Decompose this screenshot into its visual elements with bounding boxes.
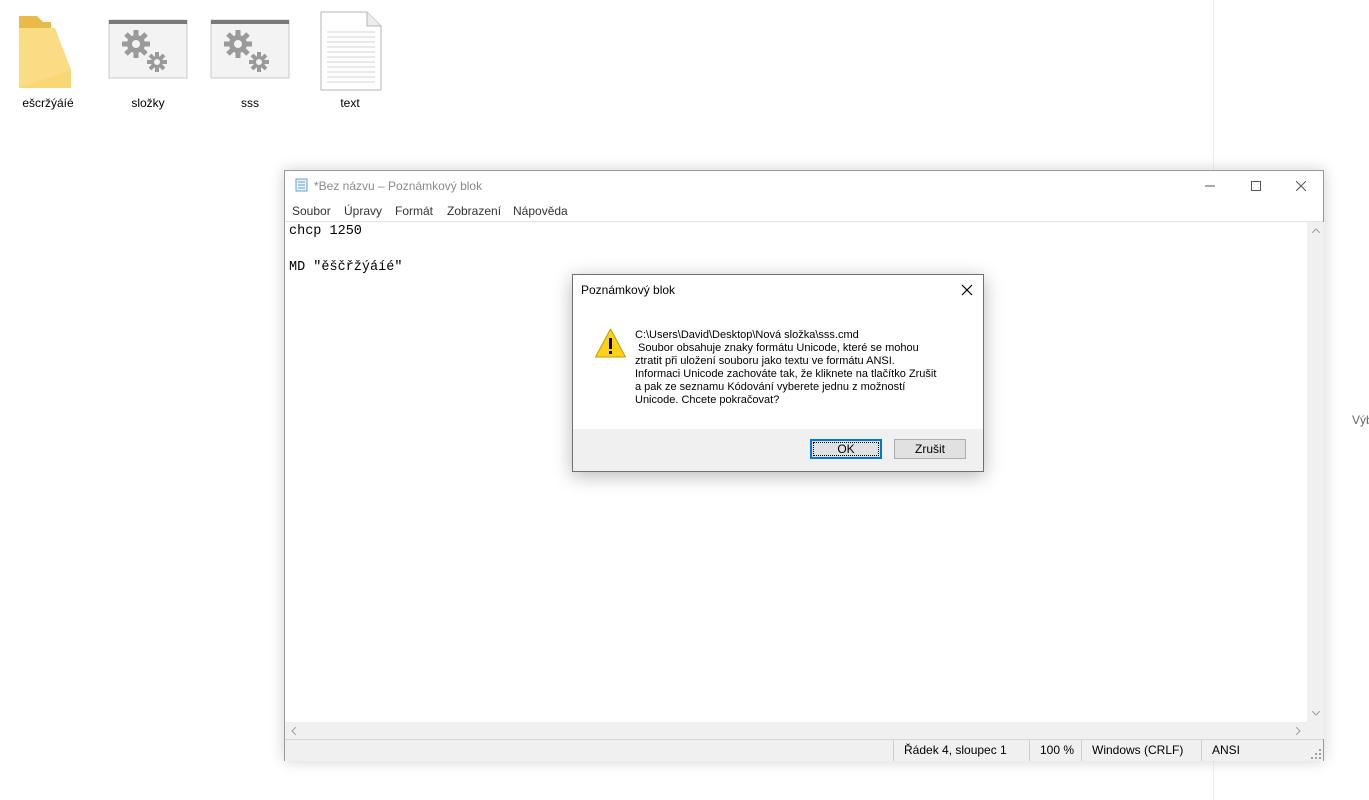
menu-napoveda[interactable]: Nápověda <box>513 204 568 218</box>
close-button[interactable] <box>1278 171 1324 201</box>
horizontal-scrollbar[interactable] <box>285 722 1307 739</box>
folder-icon <box>3 10 93 92</box>
file-label: text <box>340 96 360 110</box>
vertical-scrollbar[interactable] <box>1307 222 1324 722</box>
minimize-button[interactable] <box>1187 171 1233 201</box>
settings-file-icon <box>205 10 295 92</box>
desktop-item-sss[interactable]: sss <box>205 10 295 110</box>
desktop-item-text[interactable]: text <box>305 10 395 110</box>
file-label: složky <box>131 96 165 110</box>
details-pane-hint: Výb <box>1352 413 1369 427</box>
notepad-icon <box>294 178 308 192</box>
message-line: a pak ze seznamu Kódování vyberete jednu… <box>635 381 906 393</box>
scrollbar-corner <box>1307 722 1324 739</box>
dialog-message: C:\Users\David\Desktop\Nová složka\sss.c… <box>635 329 965 407</box>
title-bar[interactable]: *Bez názvu – Poznámkový blok <box>285 171 1323 201</box>
text-document-icon <box>305 10 395 92</box>
status-bar: Řádek 4, sloupec 1 100 % Windows (CRLF) … <box>285 739 1323 761</box>
cancel-button[interactable]: Zrušit <box>894 439 966 459</box>
scroll-down-icon[interactable] <box>1307 705 1324 722</box>
menu-zobrazeni[interactable]: Zobrazení <box>447 204 501 218</box>
settings-file-icon <box>103 10 193 92</box>
status-line-ending: Windows (CRLF) <box>1081 740 1201 761</box>
desktop-item-slozky[interactable]: složky <box>103 10 193 110</box>
resize-grip-icon[interactable] <box>1311 749 1321 759</box>
unicode-warning-dialog: Poznámkový blok C:\Users\David\Desktop\N… <box>572 274 984 472</box>
maximize-button[interactable] <box>1233 171 1279 201</box>
desktop: ešcržýáíé složky sss text Vý *Bez názvu … <box>0 0 1369 800</box>
message-line: C:\Users\David\Desktop\Nová složka\sss.c… <box>635 329 859 341</box>
menu-soubor[interactable]: Soubor <box>292 204 331 218</box>
warning-icon <box>595 328 626 358</box>
ok-button[interactable]: OK <box>810 439 882 459</box>
menu-bar: Soubor Úpravy Formát Zobrazení Nápověda <box>285 201 1323 222</box>
scroll-left-icon[interactable] <box>285 722 302 739</box>
file-label: ešcržýáíé <box>22 96 74 110</box>
status-zoom: 100 % <box>1029 740 1081 761</box>
message-line: Unicode. Chcete pokračovat? <box>635 394 780 406</box>
dialog-title: Poznámkový blok <box>581 283 676 297</box>
scroll-up-icon[interactable] <box>1307 222 1324 239</box>
status-encoding: ANSI <box>1201 740 1301 761</box>
dialog-close-button[interactable] <box>951 275 983 305</box>
menu-format[interactable]: Formát <box>395 204 433 218</box>
close-icon <box>1296 181 1306 191</box>
dialog-footer: OK Zrušit <box>573 429 983 471</box>
message-line: ztratit při uložení souboru jako textu v… <box>635 355 895 367</box>
close-icon <box>961 284 973 296</box>
maximize-icon <box>1251 181 1261 191</box>
desktop-item-folder[interactable]: ešcržýáíé <box>3 10 93 110</box>
editor-line: chcp 1250 <box>289 224 362 239</box>
window-title: *Bez názvu – Poznámkový blok <box>314 179 483 193</box>
minimize-icon <box>1205 185 1215 187</box>
message-line: Soubor obsahuje znaky formátu Unicode, k… <box>635 342 919 354</box>
menu-upravy[interactable]: Úpravy <box>344 204 382 218</box>
file-label: sss <box>241 96 259 110</box>
message-line: Informaci Unicode zachováte tak, že klik… <box>635 368 937 380</box>
scroll-right-icon[interactable] <box>1290 722 1307 739</box>
status-cursor-position: Řádek 4, sloupec 1 <box>893 740 1029 761</box>
